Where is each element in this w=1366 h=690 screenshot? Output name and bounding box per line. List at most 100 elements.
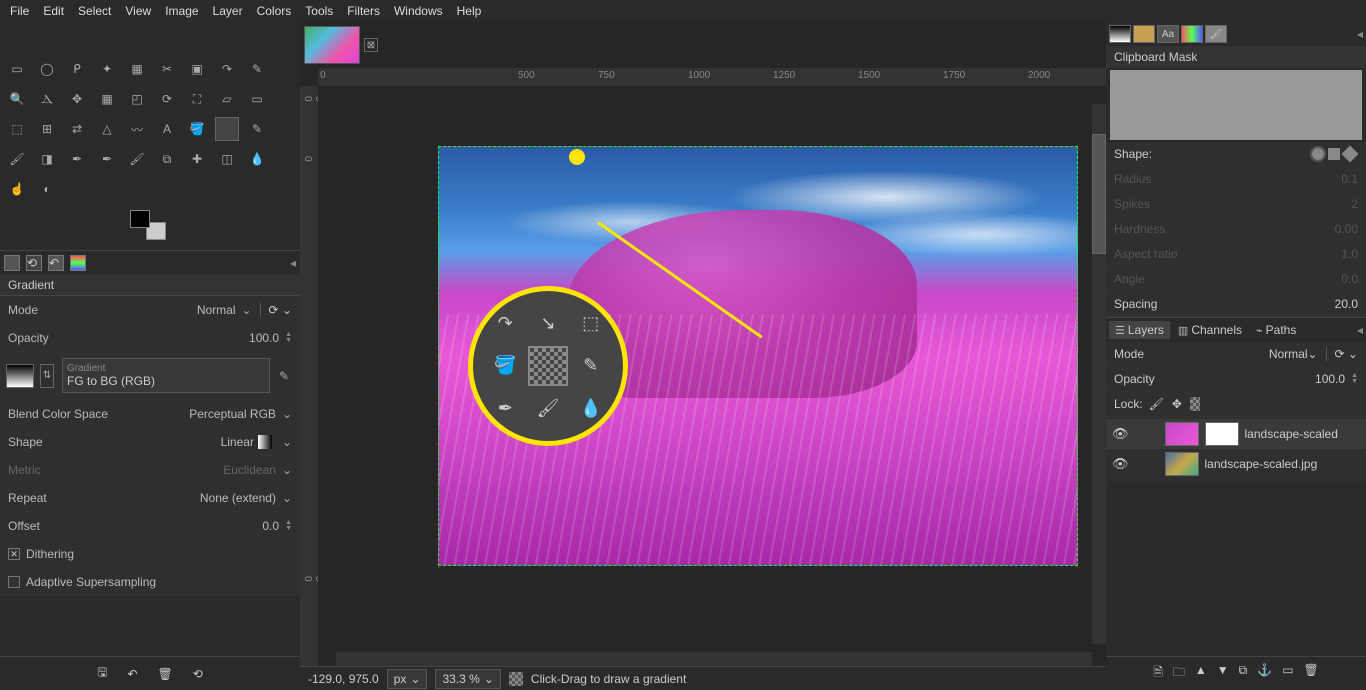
dodge-tool[interactable]: ◐: [36, 178, 58, 200]
lower-layer-icon[interactable]: ▼: [1217, 663, 1229, 684]
aspect-row[interactable]: Aspect ratio1.0: [1106, 242, 1366, 267]
angle-row[interactable]: Angle0.0: [1106, 267, 1366, 292]
tab-menu-icon[interactable]: ◂: [1357, 27, 1363, 41]
tab-layers[interactable]: ☰ Layers: [1109, 321, 1170, 339]
warp-tool[interactable]: 〰: [126, 118, 148, 140]
tab-channels[interactable]: ▥ Channels: [1172, 321, 1248, 339]
menu-image[interactable]: Image: [165, 4, 198, 18]
shape-row[interactable]: Shape Linear ⌄: [0, 428, 300, 456]
ink-tool[interactable]: ✒: [96, 148, 118, 170]
spikes-row[interactable]: Spikes2: [1106, 192, 1366, 217]
layer-name[interactable]: landscape-scaled: [1245, 427, 1338, 441]
layer-thumbnail[interactable]: [1165, 422, 1199, 446]
tab-close-button[interactable]: ⊠: [364, 38, 378, 52]
tab-undo[interactable]: ↶: [48, 255, 64, 271]
save-options-icon[interactable]: 🖫: [97, 663, 107, 684]
zoom-selector[interactable]: 33.3 %⌄: [435, 669, 500, 689]
shape-diamond-icon[interactable]: [1342, 146, 1359, 163]
dithering-row[interactable]: ✕ Dithering: [0, 540, 300, 568]
offset-row[interactable]: Offset 0.0 ▲▼: [0, 512, 300, 540]
gradient-swatch[interactable]: [6, 364, 34, 388]
horizontal-scrollbar[interactable]: [336, 652, 1092, 666]
duplicate-layer-icon[interactable]: ⧉: [1239, 663, 1248, 684]
menu-tools[interactable]: Tools: [305, 4, 333, 18]
rotate-tool[interactable]: ⟳: [156, 88, 178, 110]
rect-select-tool[interactable]: ▭: [6, 58, 28, 80]
opacity-spinner[interactable]: ▲▼: [285, 332, 292, 344]
bucket-fill-tool[interactable]: 🪣: [186, 118, 208, 140]
layer-thumbnail[interactable]: [1165, 452, 1199, 476]
dithering-checkbox[interactable]: ✕: [8, 548, 20, 560]
clone-tool[interactable]: ⧉: [156, 148, 178, 170]
scissors-tool[interactable]: ✂: [156, 58, 178, 80]
layer-visibility-icon[interactable]: 👁: [1112, 456, 1129, 472]
layer-visibility-icon[interactable]: 👁: [1112, 426, 1129, 442]
layer-opacity-row[interactable]: Opacity 100.0 ▲▼: [1106, 367, 1366, 392]
tab-history[interactable]: [1181, 25, 1203, 43]
menu-edit[interactable]: Edit: [43, 4, 64, 18]
menu-filters[interactable]: Filters: [347, 4, 380, 18]
ellipse-select-tool[interactable]: ◯: [36, 58, 58, 80]
layer-row[interactable]: 👁 landscape-scaled: [1106, 419, 1366, 449]
by-color-select-tool[interactable]: ▦: [126, 58, 148, 80]
cage-tool[interactable]: △: [96, 118, 118, 140]
offset-spinner[interactable]: ▲▼: [285, 520, 292, 532]
tab-brush-editor[interactable]: 🖌: [1205, 25, 1227, 43]
mypaint-tool[interactable]: 🖌: [126, 148, 148, 170]
mode-row[interactable]: Mode Normal ⌄ ⟳ ⌄: [0, 296, 300, 324]
tab-patterns[interactable]: [1133, 25, 1155, 43]
layer-row[interactable]: 👁 landscape-scaled.jpg: [1106, 449, 1366, 479]
lock-alpha-icon[interactable]: [1190, 397, 1200, 411]
brush-shape-row[interactable]: Shape:: [1106, 142, 1366, 167]
perspective-tool[interactable]: ▭: [246, 88, 268, 110]
lock-position-icon[interactable]: ✥: [1172, 397, 1182, 411]
gradient-tool[interactable]: [216, 118, 238, 140]
heal-tool[interactable]: ✚: [186, 148, 208, 170]
blend-space-row[interactable]: Blend Color Space Perceptual RGB ⌄: [0, 400, 300, 428]
radius-row[interactable]: Radius0.1: [1106, 167, 1366, 192]
spacing-row[interactable]: Spacing20.0: [1106, 292, 1366, 317]
align-tool[interactable]: ▦: [96, 88, 118, 110]
crop-tool[interactable]: ◰: [126, 88, 148, 110]
tab-paths[interactable]: ⌁ Paths: [1250, 321, 1302, 339]
raise-layer-icon[interactable]: ▲: [1195, 663, 1207, 684]
flip-tool[interactable]: ⇄: [66, 118, 88, 140]
mode-switch-icon[interactable]: ⟳ ⌄: [1326, 347, 1358, 361]
shape-square-icon[interactable]: [1328, 148, 1340, 160]
hardness-row[interactable]: Hardness0.00: [1106, 217, 1366, 242]
delete-layer-icon[interactable]: 🗑: [1304, 663, 1319, 684]
menu-file[interactable]: File: [10, 4, 29, 18]
supersampling-row[interactable]: Adaptive Supersampling: [0, 568, 300, 596]
fuzzy-select-tool[interactable]: ✦: [96, 58, 118, 80]
delete-options-icon[interactable]: 🗑: [158, 667, 173, 681]
tab-menu-icon[interactable]: ◂: [1357, 323, 1363, 337]
tab-images[interactable]: [70, 255, 86, 271]
mask-layer-icon[interactable]: ▭: [1282, 663, 1293, 684]
tab-brushes[interactable]: [1109, 25, 1131, 43]
foreground-select-tool[interactable]: ▣: [186, 58, 208, 80]
metric-row[interactable]: Metric Euclidean ⌄: [0, 456, 300, 484]
fg-color-swatch[interactable]: [130, 210, 150, 228]
fg-bg-colors[interactable]: [130, 210, 166, 240]
smudge-tool[interactable]: ☝: [6, 178, 28, 200]
menu-help[interactable]: Help: [457, 4, 482, 18]
gradient-name-field[interactable]: Gradient FG to BG (RGB): [62, 358, 270, 393]
blur-tool[interactable]: 💧: [246, 148, 268, 170]
restore-options-icon[interactable]: ↶: [127, 667, 137, 681]
eraser-tool[interactable]: ◨: [36, 148, 58, 170]
canvas[interactable]: ↷ ↘ ⬚ 🪣 ✎ ✒ 🖌 💧: [318, 86, 1106, 666]
new-layer-icon[interactable]: 🗎: [1153, 663, 1163, 684]
layer-mask-thumbnail[interactable]: [1205, 422, 1239, 446]
measure-tool[interactable]: Ⲇ: [36, 88, 58, 110]
gradient-edit-icon[interactable]: ✎: [274, 369, 294, 383]
vertical-scrollbar[interactable]: [1092, 104, 1106, 644]
repeat-row[interactable]: Repeat None (extend) ⌄: [0, 484, 300, 512]
gradient-row[interactable]: ⇅ Gradient FG to BG (RGB) ✎: [0, 352, 300, 400]
free-select-tool[interactable]: ᑭ: [66, 58, 88, 80]
menu-windows[interactable]: Windows: [394, 4, 443, 18]
menu-layer[interactable]: Layer: [213, 4, 243, 18]
reset-options-icon[interactable]: ⟲: [193, 667, 203, 681]
tab-device-status[interactable]: ⟲: [26, 255, 42, 271]
shear-tool[interactable]: ▱: [216, 88, 238, 110]
pencil-tool[interactable]: ✎: [246, 118, 268, 140]
